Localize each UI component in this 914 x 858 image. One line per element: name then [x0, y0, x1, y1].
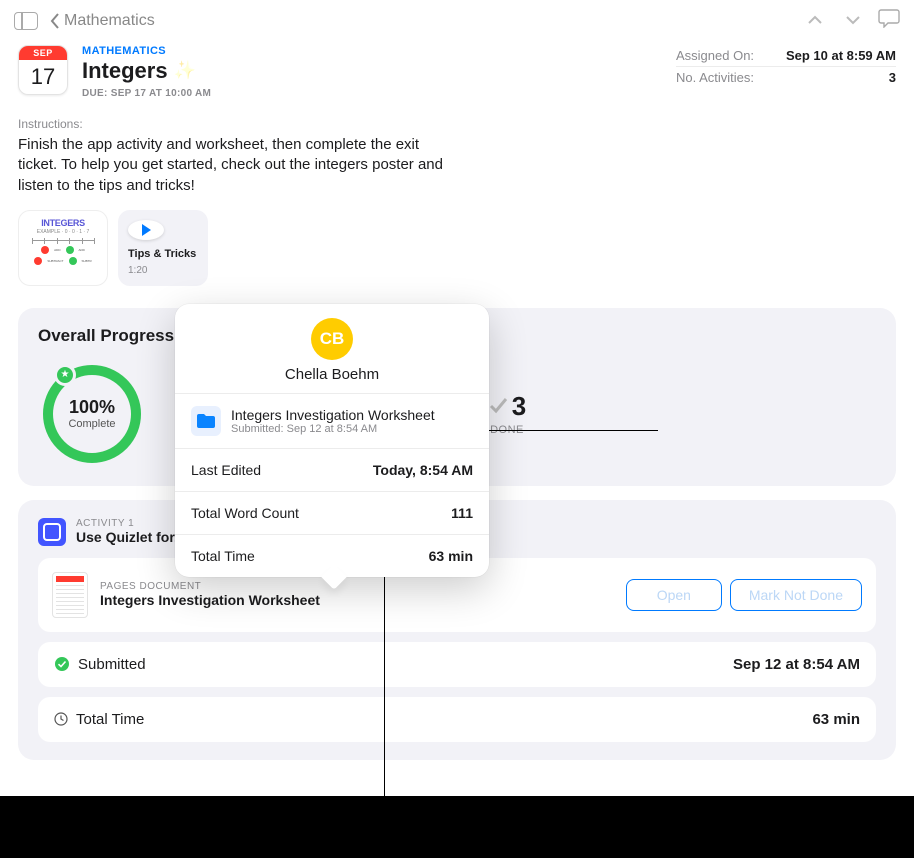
instructions-body: Finish the app activity and worksheet, t…	[18, 135, 448, 196]
submitted-row: Submitted Sep 12 at 8:54 AM	[38, 642, 876, 687]
activity-label: ACTIVITY 1	[76, 518, 186, 529]
tips-label: Tips & Tricks	[128, 248, 196, 260]
star-badge-icon: ★	[54, 364, 76, 386]
popover-word-count-row: Total Word Count 111	[175, 492, 489, 535]
clock-icon	[54, 712, 68, 726]
back-label: Mathematics	[64, 12, 155, 30]
subject-label: MATHEMATICS	[82, 45, 662, 57]
next-button[interactable]	[840, 12, 866, 30]
total-time-value: 63 min	[812, 711, 860, 728]
total-time-label: Total Time	[76, 711, 144, 728]
sidebar-toggle-icon[interactable]	[14, 12, 38, 30]
popover-last-edited-value: Today, 8:54 AM	[373, 462, 473, 478]
activities-value: 3	[889, 70, 896, 85]
document-title: Integers Investigation Worksheet	[100, 592, 320, 608]
activity-title: Use Quizlet for...	[76, 529, 186, 545]
popover-doc-subtitle: Submitted: Sep 12 at 8:54 AM	[231, 423, 435, 435]
popover-last-edited-row: Last Edited Today, 8:54 AM	[175, 449, 489, 492]
caption-bar	[0, 796, 914, 858]
instructions-label: Instructions:	[18, 117, 896, 131]
popover-total-time-value: 63 min	[429, 548, 473, 564]
submitted-value: Sep 12 at 8:54 AM	[733, 656, 860, 673]
comment-button[interactable]	[878, 8, 900, 33]
back-button[interactable]: Mathematics	[50, 12, 155, 30]
open-button[interactable]: Open	[626, 579, 722, 611]
popover-word-count-value: 111	[451, 505, 473, 521]
assignment-meta: Assigned On: Sep 10 at 8:59 AM No. Activ…	[676, 45, 896, 88]
attachment-poster[interactable]: INTEGERS EXAMPLE · 0 · 0 · 1 · 7 ADDADD …	[18, 210, 108, 286]
sparkle-icon: ✨	[174, 60, 196, 81]
assigned-on-label: Assigned On:	[676, 48, 754, 63]
tips-duration: 1:20	[128, 265, 147, 276]
checkmark-icon	[488, 391, 508, 422]
popover-last-edited-label: Last Edited	[191, 462, 261, 478]
callout-line-vertical	[384, 537, 385, 815]
poster-thumbnail: INTEGERS EXAMPLE · 0 · 0 · 1 · 7 ADDADD …	[23, 215, 103, 281]
activities-label: No. Activities:	[676, 70, 754, 85]
progress-complete-label: Complete	[68, 418, 115, 430]
folder-icon	[191, 406, 221, 436]
mark-not-done-button[interactable]: Mark Not Done	[730, 579, 862, 611]
quizlet-icon	[38, 518, 66, 546]
document-thumbnail-icon	[52, 572, 88, 618]
progress-ring: 100% Complete ★	[38, 360, 146, 468]
assigned-on-value: Sep 10 at 8:59 AM	[786, 48, 896, 63]
calendar-month: SEP	[19, 46, 67, 60]
avatar: CB	[311, 318, 353, 360]
popover-document-item[interactable]: Integers Investigation Worksheet Submitt…	[175, 394, 489, 449]
due-label: DUE: SEP 17 AT 10:00 AM	[82, 88, 662, 99]
play-button[interactable]	[128, 220, 164, 240]
popover-doc-title: Integers Investigation Worksheet	[231, 407, 435, 423]
student-name: Chella Boehm	[175, 366, 489, 383]
popover-total-time-row: Total Time 63 min	[175, 535, 489, 577]
play-icon	[139, 223, 153, 237]
attachment-tips[interactable]: Tips & Tricks 1:20	[118, 210, 208, 286]
submitted-label: Submitted	[78, 656, 146, 673]
check-circle-icon	[54, 656, 70, 672]
chevron-up-icon	[808, 15, 822, 25]
calendar-icon: SEP 17	[18, 45, 68, 95]
done-value: 3	[512, 391, 526, 422]
chevron-left-icon	[50, 13, 60, 29]
student-popover: CB Chella Boehm Integers Investigation W…	[175, 304, 489, 577]
progress-percent: 100%	[69, 397, 115, 418]
popover-total-time-label: Total Time	[191, 548, 255, 564]
speech-bubble-icon	[878, 8, 900, 28]
popover-word-count-label: Total Word Count	[191, 505, 299, 521]
prev-button[interactable]	[802, 12, 828, 30]
calendar-day: 17	[19, 60, 67, 94]
callout-line-horizontal	[460, 430, 658, 431]
document-type-label: PAGES DOCUMENT	[100, 581, 320, 592]
total-time-row: Total Time 63 min	[38, 697, 876, 742]
chevron-down-icon	[846, 15, 860, 25]
page-title: Integers	[82, 58, 168, 84]
